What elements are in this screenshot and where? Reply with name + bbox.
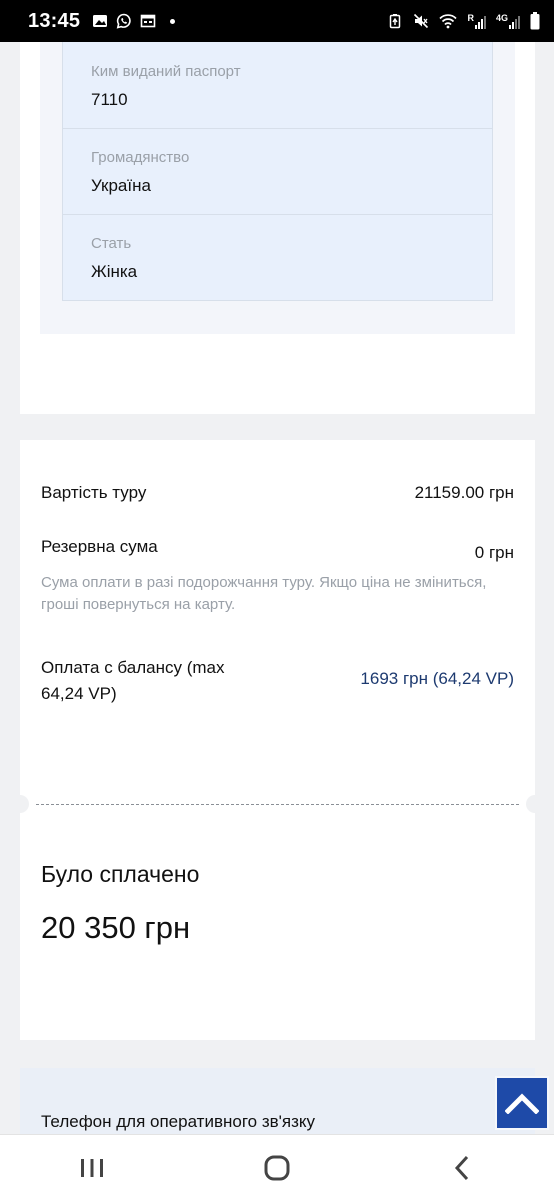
network-label: 4G xyxy=(495,13,508,23)
reserve-label: Резервна сума xyxy=(41,537,158,556)
image-icon xyxy=(93,15,108,27)
phone-label: Телефон для оперативного зв'язку xyxy=(41,1112,316,1131)
reserve-value: 0 грн xyxy=(474,543,514,562)
status-left-icons xyxy=(92,13,176,29)
ticket-divider xyxy=(11,795,544,820)
page-content[interactable]: Ким виданий паспорт 7110 Громадянство Ук… xyxy=(0,42,554,1134)
citizenship-value: Україна xyxy=(91,176,151,195)
recent-apps-icon xyxy=(81,1158,104,1177)
gender-label: Стать xyxy=(91,235,132,252)
home-button[interactable] xyxy=(247,1143,307,1193)
recent-apps-button[interactable] xyxy=(62,1143,122,1193)
balance-label: Оплата с балансу (max 64,24 VP) xyxy=(41,658,225,703)
scroll-top-button[interactable] xyxy=(495,1076,549,1130)
wifi-icon xyxy=(439,14,458,29)
tour-cost-row: Вартість туру 21159.00 грн xyxy=(41,483,514,503)
dashed-divider xyxy=(36,804,519,805)
signal-r-icon: R xyxy=(467,13,486,29)
reserve-note: Сума оплати в разі подорожчання туру. Як… xyxy=(41,574,487,613)
calendar-icon xyxy=(140,14,156,28)
back-button[interactable] xyxy=(432,1143,492,1193)
gender-row: Стать Жінка xyxy=(63,214,492,300)
navigation-bar xyxy=(0,1134,554,1200)
battery-saver-icon xyxy=(390,14,401,29)
paid-amount: 20 350 грн xyxy=(41,910,191,945)
passport-issued-by-row: Ким виданий паспорт 7110 xyxy=(63,42,492,128)
home-icon xyxy=(264,1155,290,1180)
viber-icon xyxy=(116,13,131,29)
citizenship-row: Громадянство Україна xyxy=(63,128,492,214)
divider-notch-left xyxy=(11,795,29,813)
chevron-up-icon xyxy=(505,1093,539,1114)
battery-icon xyxy=(530,12,540,30)
tour-cost-label: Вартість туру xyxy=(41,483,147,502)
passport-table: Ким виданий паспорт 7110 Громадянство Ук… xyxy=(62,42,493,301)
status-right-icons: R 4G xyxy=(387,12,540,30)
cost-card: Вартість туру 21159.00 грн Резервна сума… xyxy=(20,440,535,798)
tour-cost-value: 21159.00 грн xyxy=(414,483,514,502)
balance-value: 1693 грн (64,24 VP) xyxy=(360,669,514,688)
passport-issued-by-label: Ким виданий паспорт xyxy=(91,63,241,80)
divider-notch-right xyxy=(526,795,544,813)
passport-issued-by-value: 7110 xyxy=(91,90,128,109)
reserve-row: Резервна сума 0 грн xyxy=(41,537,514,563)
status-bar: 13:45 R 4G xyxy=(0,0,554,42)
gender-value: Жінка xyxy=(91,262,138,281)
roaming-label: R xyxy=(467,13,474,23)
status-time: 13:45 xyxy=(28,9,81,32)
phone-card: Телефон для оперативного зв'язку xyxy=(20,1068,535,1134)
signal-4g-icon: 4G xyxy=(496,13,520,29)
paid-title: Було сплачено xyxy=(41,861,200,887)
passport-card: Ким виданий паспорт 7110 Громадянство Ук… xyxy=(20,42,535,414)
citizenship-label: Громадянство xyxy=(91,149,190,166)
balance-row: Оплата с балансу (max 64,24 VP) 1693 грн… xyxy=(41,655,514,707)
paid-card: Було сплачено 20 350 грн xyxy=(20,820,535,1040)
back-icon xyxy=(454,1155,468,1180)
mute-icon xyxy=(414,13,429,29)
dot-icon xyxy=(170,18,176,24)
